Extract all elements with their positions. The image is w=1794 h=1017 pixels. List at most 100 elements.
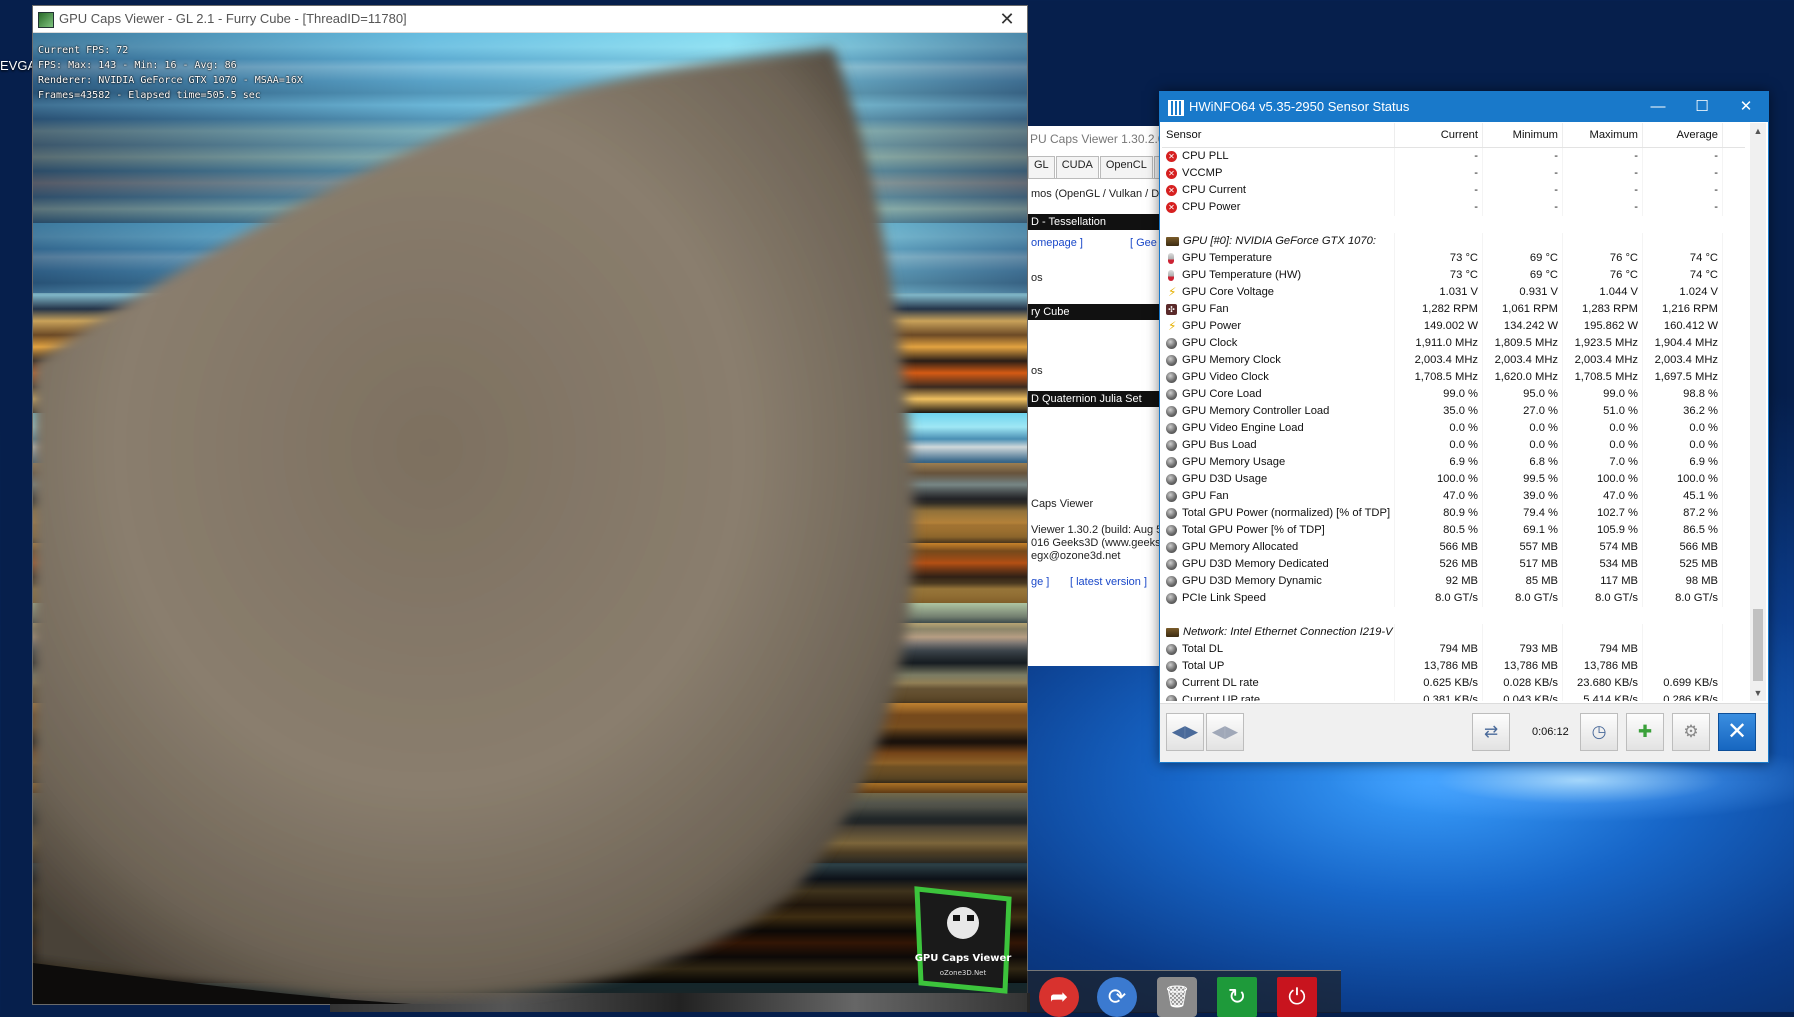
hwinfo-sensor-window[interactable]: HWiNFO64 v5.35-2950 Sensor Status — ☐ ✕ … — [1159, 91, 1769, 763]
minimum-value: 39.0 % — [1483, 488, 1563, 505]
sensor-group-row[interactable]: GPU [#0]: NVIDIA GeForce GTX 1070: — [1162, 233, 1745, 250]
current-value: 0.625 KB/s — [1395, 675, 1483, 692]
minimum-value: 69.1 % — [1483, 522, 1563, 539]
furry-cube-titlebar[interactable]: GPU Caps Viewer - GL 2.1 - Furry Cube - … — [33, 6, 1027, 33]
sensor-row[interactable]: ⚡ GPU Core Voltage 1.031 V 0.931 V 1.044 V 1.… — [1162, 284, 1745, 301]
sensor-row[interactable]: GPU Video Engine Load 0.0 % 0.0 % 0.0 % 0.0 … — [1162, 420, 1745, 437]
sensor-group-row[interactable]: Network: Intel Ethernet Connection I219-… — [1162, 624, 1745, 641]
clock-icon[interactable]: ◷ — [1580, 713, 1618, 751]
sensor-label: Total GPU Power (normalized) [% of TDP] — [1182, 507, 1391, 519]
sensor-name-cell: GPU Bus Load — [1162, 437, 1395, 454]
column-maximum[interactable]: Maximum — [1563, 123, 1643, 147]
sensor-row[interactable]: GPU Memory Clock 2,003.4 MHz 2,003.4 MHz 2,… — [1162, 352, 1745, 369]
scrollbar-thumb[interactable] — [1753, 609, 1763, 681]
tab-gl[interactable]: GL — [1028, 156, 1055, 178]
sensor-row[interactable]: ✕ CPU Power - - - - — [1162, 199, 1745, 216]
sensor-row[interactable]: GPU Video Clock 1,708.5 MHz 1,620.0 MHz 1,7… — [1162, 369, 1745, 386]
sensor-row[interactable]: Total DL 794 MB 793 MB 794 MB — [1162, 641, 1745, 658]
sensor-label: GPU Fan — [1182, 303, 1229, 315]
minimum-value: 0.0 % — [1483, 437, 1563, 454]
sensor-label: Network: Intel Ethernet Connection I219-… — [1183, 626, 1393, 638]
caps-window-title: PU Caps Viewer 1.30.2.0 — [1030, 132, 1162, 146]
minimize-button[interactable]: — — [1636, 92, 1680, 122]
sensor-row[interactable]: GPU D3D Usage 100.0 % 99.5 % 100.0 % 100.0 % — [1162, 471, 1745, 488]
render-viewport[interactable]: Current FPS: 72 FPS: Max: 143 - Min: 16 … — [33, 33, 1027, 1004]
geeks3d-link[interactable]: [ Gee — [1130, 237, 1157, 249]
demo-furry-cube[interactable]: ry Cube — [1028, 304, 1162, 320]
network-icon[interactable]: ⇄ — [1472, 713, 1510, 751]
therm-icon — [1168, 253, 1174, 264]
sensor-row[interactable]: GPU Memory Controller Load 35.0 % 27.0 % 51… — [1162, 403, 1745, 420]
sensor-row[interactable]: GPU Temperature (HW) 73 °C 69 °C 76 °C 74 °C — [1162, 267, 1745, 284]
refresh-icon[interactable]: ⟳ — [1097, 977, 1137, 1017]
hwinfo-toolbar: ◀▶ ◀▶ ⇄ 0:06:12 ◷ ✚ ⚙ ✕ — [1160, 703, 1768, 762]
column-minimum[interactable]: Minimum — [1483, 123, 1563, 147]
sensor-row[interactable]: ✣ GPU Fan 1,282 RPM 1,061 RPM 1,283 RPM 1,216… — [1162, 301, 1745, 318]
current-value: 73 °C — [1395, 267, 1483, 284]
close-button[interactable]: ✕ — [1724, 92, 1768, 122]
nav-arrows-button[interactable]: ◀▶ — [1166, 713, 1204, 751]
sensor-row[interactable]: Total GPU Power [% of TDP] 80.5 % 69.1 % 10… — [1162, 522, 1745, 539]
current-value: 92 MB — [1395, 573, 1483, 590]
nav-arrows-secondary-button[interactable]: ◀▶ — [1206, 713, 1244, 751]
sensor-row[interactable]: GPU Clock 1,911.0 MHz 1,809.5 MHz 1,923.5 M… — [1162, 335, 1745, 352]
furry-cube-window[interactable]: GPU Caps Viewer - GL 2.1 - Furry Cube - … — [33, 6, 1027, 1004]
sensor-label: GPU Bus Load — [1182, 439, 1257, 451]
sensor-name-cell: GPU Fan — [1162, 488, 1395, 505]
sensor-row[interactable]: GPU Temperature 73 °C 69 °C 76 °C 74 °C — [1162, 250, 1745, 267]
sensor-row[interactable]: GPU Bus Load 0.0 % 0.0 % 0.0 % 0.0 % — [1162, 437, 1745, 454]
therm-icon — [1168, 270, 1174, 281]
scroll-up-arrow-icon[interactable]: ▲ — [1750, 123, 1766, 139]
sensor-label: Total GPU Power [% of TDP] — [1182, 524, 1325, 536]
sensor-row[interactable]: ✕ CPU PLL - - - - — [1162, 148, 1745, 165]
hwinfo-titlebar[interactable]: HWiNFO64 v5.35-2950 Sensor Status — ☐ ✕ — [1160, 92, 1768, 122]
sensor-row[interactable]: GPU Memory Usage 6.9 % 6.8 % 7.0 % 6.9 % — [1162, 454, 1745, 471]
sensor-row[interactable]: Current DL rate 0.625 KB/s 0.028 KB/s 23.68… — [1162, 675, 1745, 692]
maximize-button[interactable]: ☐ — [1680, 92, 1724, 122]
gpu-caps-viewer-window[interactable]: PU Caps Viewer 1.30.2.0 GL CUDA OpenCL V… — [1027, 126, 1162, 666]
sensor-row[interactable]: PCIe Link Speed 8.0 GT/s 8.0 GT/s 8.0 GT/s 8… — [1162, 590, 1745, 607]
vertical-scrollbar[interactable]: ▲ ▼ — [1750, 123, 1766, 701]
restart-icon[interactable]: ↻ — [1217, 977, 1257, 1017]
sensor-row[interactable]: Current UP rate 0.381 KB/s 0.043 KB/s 5.414… — [1162, 692, 1745, 701]
power-icon[interactable]: ⏻ — [1277, 977, 1317, 1017]
column-average[interactable]: Average — [1643, 123, 1723, 147]
sensor-name-cell: GPU Temperature — [1162, 250, 1395, 267]
demo-quaternion-julia[interactable]: D Quaternion Julia Set — [1028, 391, 1162, 407]
column-current[interactable]: Current — [1395, 123, 1483, 147]
sensor-row[interactable]: GPU Fan 47.0 % 39.0 % 47.0 % 45.1 % — [1162, 488, 1745, 505]
tab-opencl[interactable]: OpenCL — [1099, 156, 1153, 178]
average-value: 525 MB — [1643, 556, 1723, 573]
maximum-value: - — [1563, 165, 1643, 182]
sensor-row[interactable]: GPU D3D Memory Dynamic 92 MB 85 MB 117 MB 98… — [1162, 573, 1745, 590]
sensor-row[interactable]: Total UP 13,786 MB 13,786 MB 13,786 MB — [1162, 658, 1745, 675]
sensor-row[interactable]: Total GPU Power (normalized) [% of TDP] 8… — [1162, 505, 1745, 522]
current-value: 73 °C — [1395, 250, 1483, 267]
sensor-row[interactable]: ✕ VCCMP - - - - — [1162, 165, 1745, 182]
about-version: Viewer 1.30.2 (build: Aug 5 — [1031, 524, 1162, 536]
recycle-bin-icon[interactable]: 🗑 — [1157, 977, 1197, 1017]
close-button[interactable]: ✕ — [993, 7, 1021, 31]
latest-version-link[interactable]: [ latest version ] — [1070, 576, 1147, 588]
exit-button[interactable]: ✕ — [1718, 713, 1756, 751]
sensor-row[interactable]: GPU Memory Allocated 566 MB 557 MB 574 MB 56… — [1162, 539, 1745, 556]
column-sensor[interactable]: Sensor — [1162, 123, 1395, 147]
maximum-value: 0.0 % — [1563, 437, 1643, 454]
tab-cuda[interactable]: CUDA — [1055, 156, 1099, 178]
current-value: 526 MB — [1395, 556, 1483, 573]
hud-frames: Frames=43582 - Elapsed time=505.5 sec — [38, 90, 261, 101]
scroll-down-arrow-icon[interactable]: ▼ — [1750, 685, 1766, 701]
sensor-label: GPU Video Clock — [1182, 371, 1269, 383]
add-report-icon[interactable]: ✚ — [1626, 713, 1664, 751]
sensor-row[interactable]: ✕ CPU Current - - - - — [1162, 182, 1745, 199]
sensor-row[interactable]: GPU Core Load 99.0 % 95.0 % 99.0 % 98.8 % — [1162, 386, 1745, 403]
demo-tessellation[interactable]: D - Tessellation — [1028, 214, 1162, 230]
sensor-row[interactable]: ⚡ GPU Power 149.002 W 134.242 W 195.862 W 160… — [1162, 318, 1745, 335]
homepage-link[interactable]: omepage ] — [1031, 237, 1083, 249]
sensor-row[interactable]: GPU D3D Memory Dedicated 526 MB 517 MB 534 … — [1162, 556, 1745, 573]
app-icon — [38, 12, 54, 28]
gear-icon[interactable]: ⚙ — [1672, 713, 1710, 751]
redirect-arrow-icon[interactable]: ➦ — [1039, 977, 1079, 1017]
sensor-table[interactable]: Sensor Current Minimum Maximum Average ✕… — [1162, 123, 1745, 701]
page-link[interactable]: ge ] — [1031, 576, 1049, 588]
